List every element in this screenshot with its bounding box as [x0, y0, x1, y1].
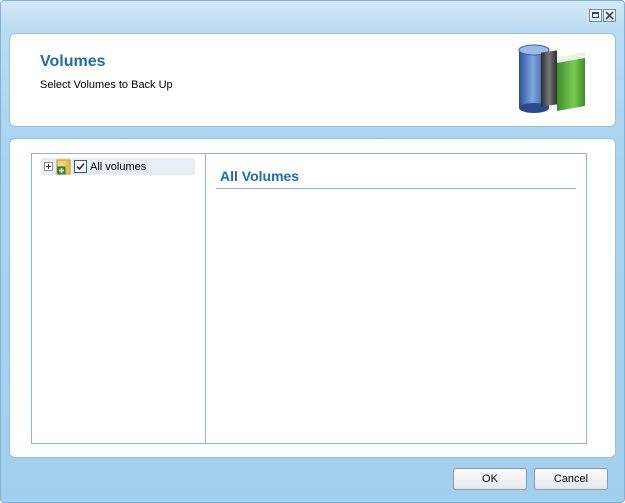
- volumes-dialog: Volumes Select Volumes to Back Up All vo…: [0, 0, 625, 503]
- volumes-frame: All volumes All Volumes: [31, 153, 587, 444]
- ok-button[interactable]: OK: [453, 468, 527, 490]
- page-subtitle: Select Volumes to Back Up: [40, 79, 173, 91]
- volume-folder-icon: [56, 159, 72, 175]
- close-icon: [605, 11, 614, 20]
- main-panel: All volumes All Volumes: [9, 138, 616, 458]
- detail-title: All Volumes: [220, 168, 300, 184]
- header-panel: Volumes Select Volumes to Back Up: [9, 33, 616, 127]
- tree-item-label: All volumes: [90, 160, 147, 173]
- all-volumes-checkbox[interactable]: [74, 160, 87, 173]
- close-button[interactable]: [603, 9, 616, 22]
- page-title: Volumes: [40, 53, 106, 70]
- expand-icon[interactable]: [44, 162, 53, 171]
- detail-divider: [216, 188, 576, 189]
- volumes-books-icon: [517, 42, 595, 121]
- maximize-button[interactable]: [589, 9, 602, 22]
- cancel-button[interactable]: Cancel: [534, 468, 608, 490]
- volume-tree: All volumes: [32, 154, 206, 443]
- titlebar-controls: [589, 9, 616, 22]
- tree-item-all-volumes[interactable]: All volumes: [41, 158, 195, 175]
- detail-pane: All Volumes: [206, 154, 586, 443]
- checkmark-icon: [76, 162, 85, 171]
